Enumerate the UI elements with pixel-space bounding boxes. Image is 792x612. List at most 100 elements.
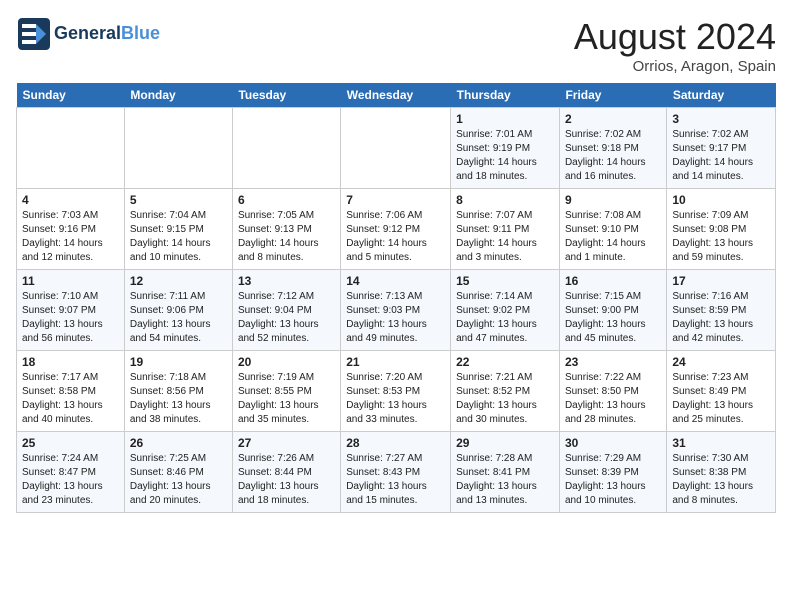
col-saturday: Saturday <box>667 83 776 108</box>
day-info: Sunrise: 7:11 AMSunset: 9:06 PMDaylight:… <box>130 290 227 346</box>
calendar-cell: 4 Sunrise: 7:03 AMSunset: 9:16 PMDaylight… <box>17 189 125 270</box>
day-number: 26 <box>130 436 227 450</box>
day-number: 19 <box>130 355 227 369</box>
day-number: 29 <box>456 436 554 450</box>
col-sunday: Sunday <box>17 83 125 108</box>
day-number: 3 <box>672 112 770 126</box>
calendar-week-row: 11Sunrise: 7:10 AMSunset: 9:07 PMDayligh… <box>17 270 776 351</box>
day-number: 17 <box>672 274 770 288</box>
calendar-subtitle: Orrios, Aragon, Spain <box>574 58 776 75</box>
calendar-cell: 23Sunrise: 7:22 AMSunset: 8:50 PMDayligh… <box>559 351 666 432</box>
day-info: Sunrise: 7:29 AMSunset: 8:39 PMDaylight:… <box>565 452 661 508</box>
day-number: 2 <box>565 112 661 126</box>
calendar-cell: 28Sunrise: 7:27 AMSunset: 8:43 PMDayligh… <box>341 432 451 513</box>
calendar-cell: 20 Sunrise: 7:19 AMSunset: 8:55 PMDayligh… <box>232 351 340 432</box>
day-info: Sunrise: 7:17 AMSunset: 8:58 PMDaylight:… <box>22 371 119 427</box>
day-number: 18 <box>22 355 119 369</box>
day-info: Sunrise: 7:27 AMSunset: 8:43 PMDaylight:… <box>346 452 445 508</box>
day-info: Sunrise: 7:07 AMSunset: 9:11 PMDaylight:… <box>456 209 554 265</box>
calendar-cell: 11Sunrise: 7:10 AMSunset: 9:07 PMDayligh… <box>17 270 125 351</box>
day-info: Sunrise: 7:30 AMSunset: 8:38 PMDaylight:… <box>672 452 770 508</box>
day-info: Sunrise: 7:25 AMSunset: 8:46 PMDaylight:… <box>130 452 227 508</box>
calendar-cell: 14 Sunrise: 7:13 AMSunset: 9:03 PMDayligh… <box>341 270 451 351</box>
day-info: Sunrise: 7:15 AMSunset: 9:00 PMDaylight:… <box>565 290 661 346</box>
day-info: Sunrise: 7:09 AMSunset: 9:08 PMDaylight:… <box>672 209 770 265</box>
calendar-cell: 31 Sunrise: 7:30 AMSunset: 8:38 PMDayligh… <box>667 432 776 513</box>
calendar-cell: 1Sunrise: 7:01 AMSunset: 9:19 PMDaylight… <box>451 108 560 189</box>
calendar-cell <box>341 108 451 189</box>
calendar-cell: 17 Sunrise: 7:16 AMSunset: 8:59 PMDayligh… <box>667 270 776 351</box>
calendar-cell: 13 Sunrise: 7:12 AMSunset: 9:04 PMDayligh… <box>232 270 340 351</box>
calendar-week-row: 1Sunrise: 7:01 AMSunset: 9:19 PMDaylight… <box>17 108 776 189</box>
title-block: August 2024 Orrios, Aragon, Spain <box>574 16 776 75</box>
day-number: 5 <box>130 193 227 207</box>
day-number: 10 <box>672 193 770 207</box>
day-info: Sunrise: 7:14 AMSunset: 9:02 PMDaylight:… <box>456 290 554 346</box>
day-info: Sunrise: 7:01 AMSunset: 9:19 PMDaylight:… <box>456 128 554 184</box>
day-number: 16 <box>565 274 661 288</box>
col-thursday: Thursday <box>451 83 560 108</box>
day-number: 30 <box>565 436 661 450</box>
calendar-cell: 12Sunrise: 7:11 AMSunset: 9:06 PMDayligh… <box>124 270 232 351</box>
day-number: 13 <box>238 274 335 288</box>
day-info: Sunrise: 7:05 AMSunset: 9:13 PMDaylight:… <box>238 209 335 265</box>
calendar-week-row: 25 Sunrise: 7:24 AMSunset: 8:47 PMDayligh… <box>17 432 776 513</box>
calendar-title: August 2024 <box>574 16 776 58</box>
calendar-cell <box>124 108 232 189</box>
day-info: Sunrise: 7:16 AMSunset: 8:59 PMDaylight:… <box>672 290 770 346</box>
day-info: Sunrise: 7:19 AMSunset: 8:55 PMDaylight:… <box>238 371 335 427</box>
calendar-cell: 25 Sunrise: 7:24 AMSunset: 8:47 PMDayligh… <box>17 432 125 513</box>
day-info: Sunrise: 7:28 AMSunset: 8:41 PMDaylight:… <box>456 452 554 508</box>
day-number: 4 <box>22 193 119 207</box>
day-number: 21 <box>346 355 445 369</box>
calendar-cell: 30 Sunrise: 7:29 AMSunset: 8:39 PMDayligh… <box>559 432 666 513</box>
day-info: Sunrise: 7:24 AMSunset: 8:47 PMDaylight:… <box>22 452 119 508</box>
calendar-cell: 5Sunrise: 7:04 AMSunset: 9:15 PMDaylight… <box>124 189 232 270</box>
day-info: Sunrise: 7:03 AMSunset: 9:16 PMDaylight:… <box>22 209 119 265</box>
day-info: Sunrise: 7:23 AMSunset: 8:49 PMDaylight:… <box>672 371 770 427</box>
day-number: 8 <box>456 193 554 207</box>
col-monday: Monday <box>124 83 232 108</box>
calendar-cell: 26 Sunrise: 7:25 AMSunset: 8:46 PMDayligh… <box>124 432 232 513</box>
day-number: 14 <box>346 274 445 288</box>
calendar-cell: 8 Sunrise: 7:07 AMSunset: 9:11 PMDaylight… <box>451 189 560 270</box>
day-info: Sunrise: 7:21 AMSunset: 8:52 PMDaylight:… <box>456 371 554 427</box>
calendar-cell <box>17 108 125 189</box>
day-number: 15 <box>456 274 554 288</box>
day-info: Sunrise: 7:13 AMSunset: 9:03 PMDaylight:… <box>346 290 445 346</box>
col-wednesday: Wednesday <box>341 83 451 108</box>
calendar-cell: 22 Sunrise: 7:21 AMSunset: 8:52 PMDayligh… <box>451 351 560 432</box>
day-info: Sunrise: 7:08 AMSunset: 9:10 PMDaylight:… <box>565 209 661 265</box>
day-number: 11 <box>22 274 119 288</box>
calendar-cell <box>232 108 340 189</box>
logo-text: GeneralBlue <box>54 24 160 44</box>
calendar-cell: 18 Sunrise: 7:17 AMSunset: 8:58 PMDayligh… <box>17 351 125 432</box>
day-number: 6 <box>238 193 335 207</box>
calendar-cell: 24 Sunrise: 7:23 AMSunset: 8:49 PMDayligh… <box>667 351 776 432</box>
day-info: Sunrise: 7:06 AMSunset: 9:12 PMDaylight:… <box>346 209 445 265</box>
day-number: 31 <box>672 436 770 450</box>
logo: GeneralBlue <box>16 16 160 52</box>
day-number: 25 <box>22 436 119 450</box>
calendar-cell: 9Sunrise: 7:08 AMSunset: 9:10 PMDaylight… <box>559 189 666 270</box>
day-number: 22 <box>456 355 554 369</box>
day-number: 20 <box>238 355 335 369</box>
calendar-cell: 7 Sunrise: 7:06 AMSunset: 9:12 PMDaylight… <box>341 189 451 270</box>
day-info: Sunrise: 7:12 AMSunset: 9:04 PMDaylight:… <box>238 290 335 346</box>
day-number: 27 <box>238 436 335 450</box>
calendar-cell: 15 Sunrise: 7:14 AMSunset: 9:02 PMDayligh… <box>451 270 560 351</box>
calendar-cell: 19 Sunrise: 7:18 AMSunset: 8:56 PMDayligh… <box>124 351 232 432</box>
day-info: Sunrise: 7:26 AMSunset: 8:44 PMDaylight:… <box>238 452 335 508</box>
day-info: Sunrise: 7:18 AMSunset: 8:56 PMDaylight:… <box>130 371 227 427</box>
day-info: Sunrise: 7:02 AMSunset: 9:18 PMDaylight:… <box>565 128 661 184</box>
page-header: GeneralBlue August 2024 Orrios, Aragon, … <box>16 16 776 75</box>
day-number: 7 <box>346 193 445 207</box>
calendar-cell: 16 Sunrise: 7:15 AMSunset: 9:00 PMDayligh… <box>559 270 666 351</box>
calendar-table: Sunday Monday Tuesday Wednesday Thursday… <box>16 83 776 513</box>
calendar-cell: 6 Sunrise: 7:05 AMSunset: 9:13 PMDaylight… <box>232 189 340 270</box>
calendar-cell: 27 Sunrise: 7:26 AMSunset: 8:44 PMDayligh… <box>232 432 340 513</box>
day-number: 23 <box>565 355 661 369</box>
day-number: 24 <box>672 355 770 369</box>
calendar-week-row: 18 Sunrise: 7:17 AMSunset: 8:58 PMDayligh… <box>17 351 776 432</box>
day-info: Sunrise: 7:20 AMSunset: 8:53 PMDaylight:… <box>346 371 445 427</box>
